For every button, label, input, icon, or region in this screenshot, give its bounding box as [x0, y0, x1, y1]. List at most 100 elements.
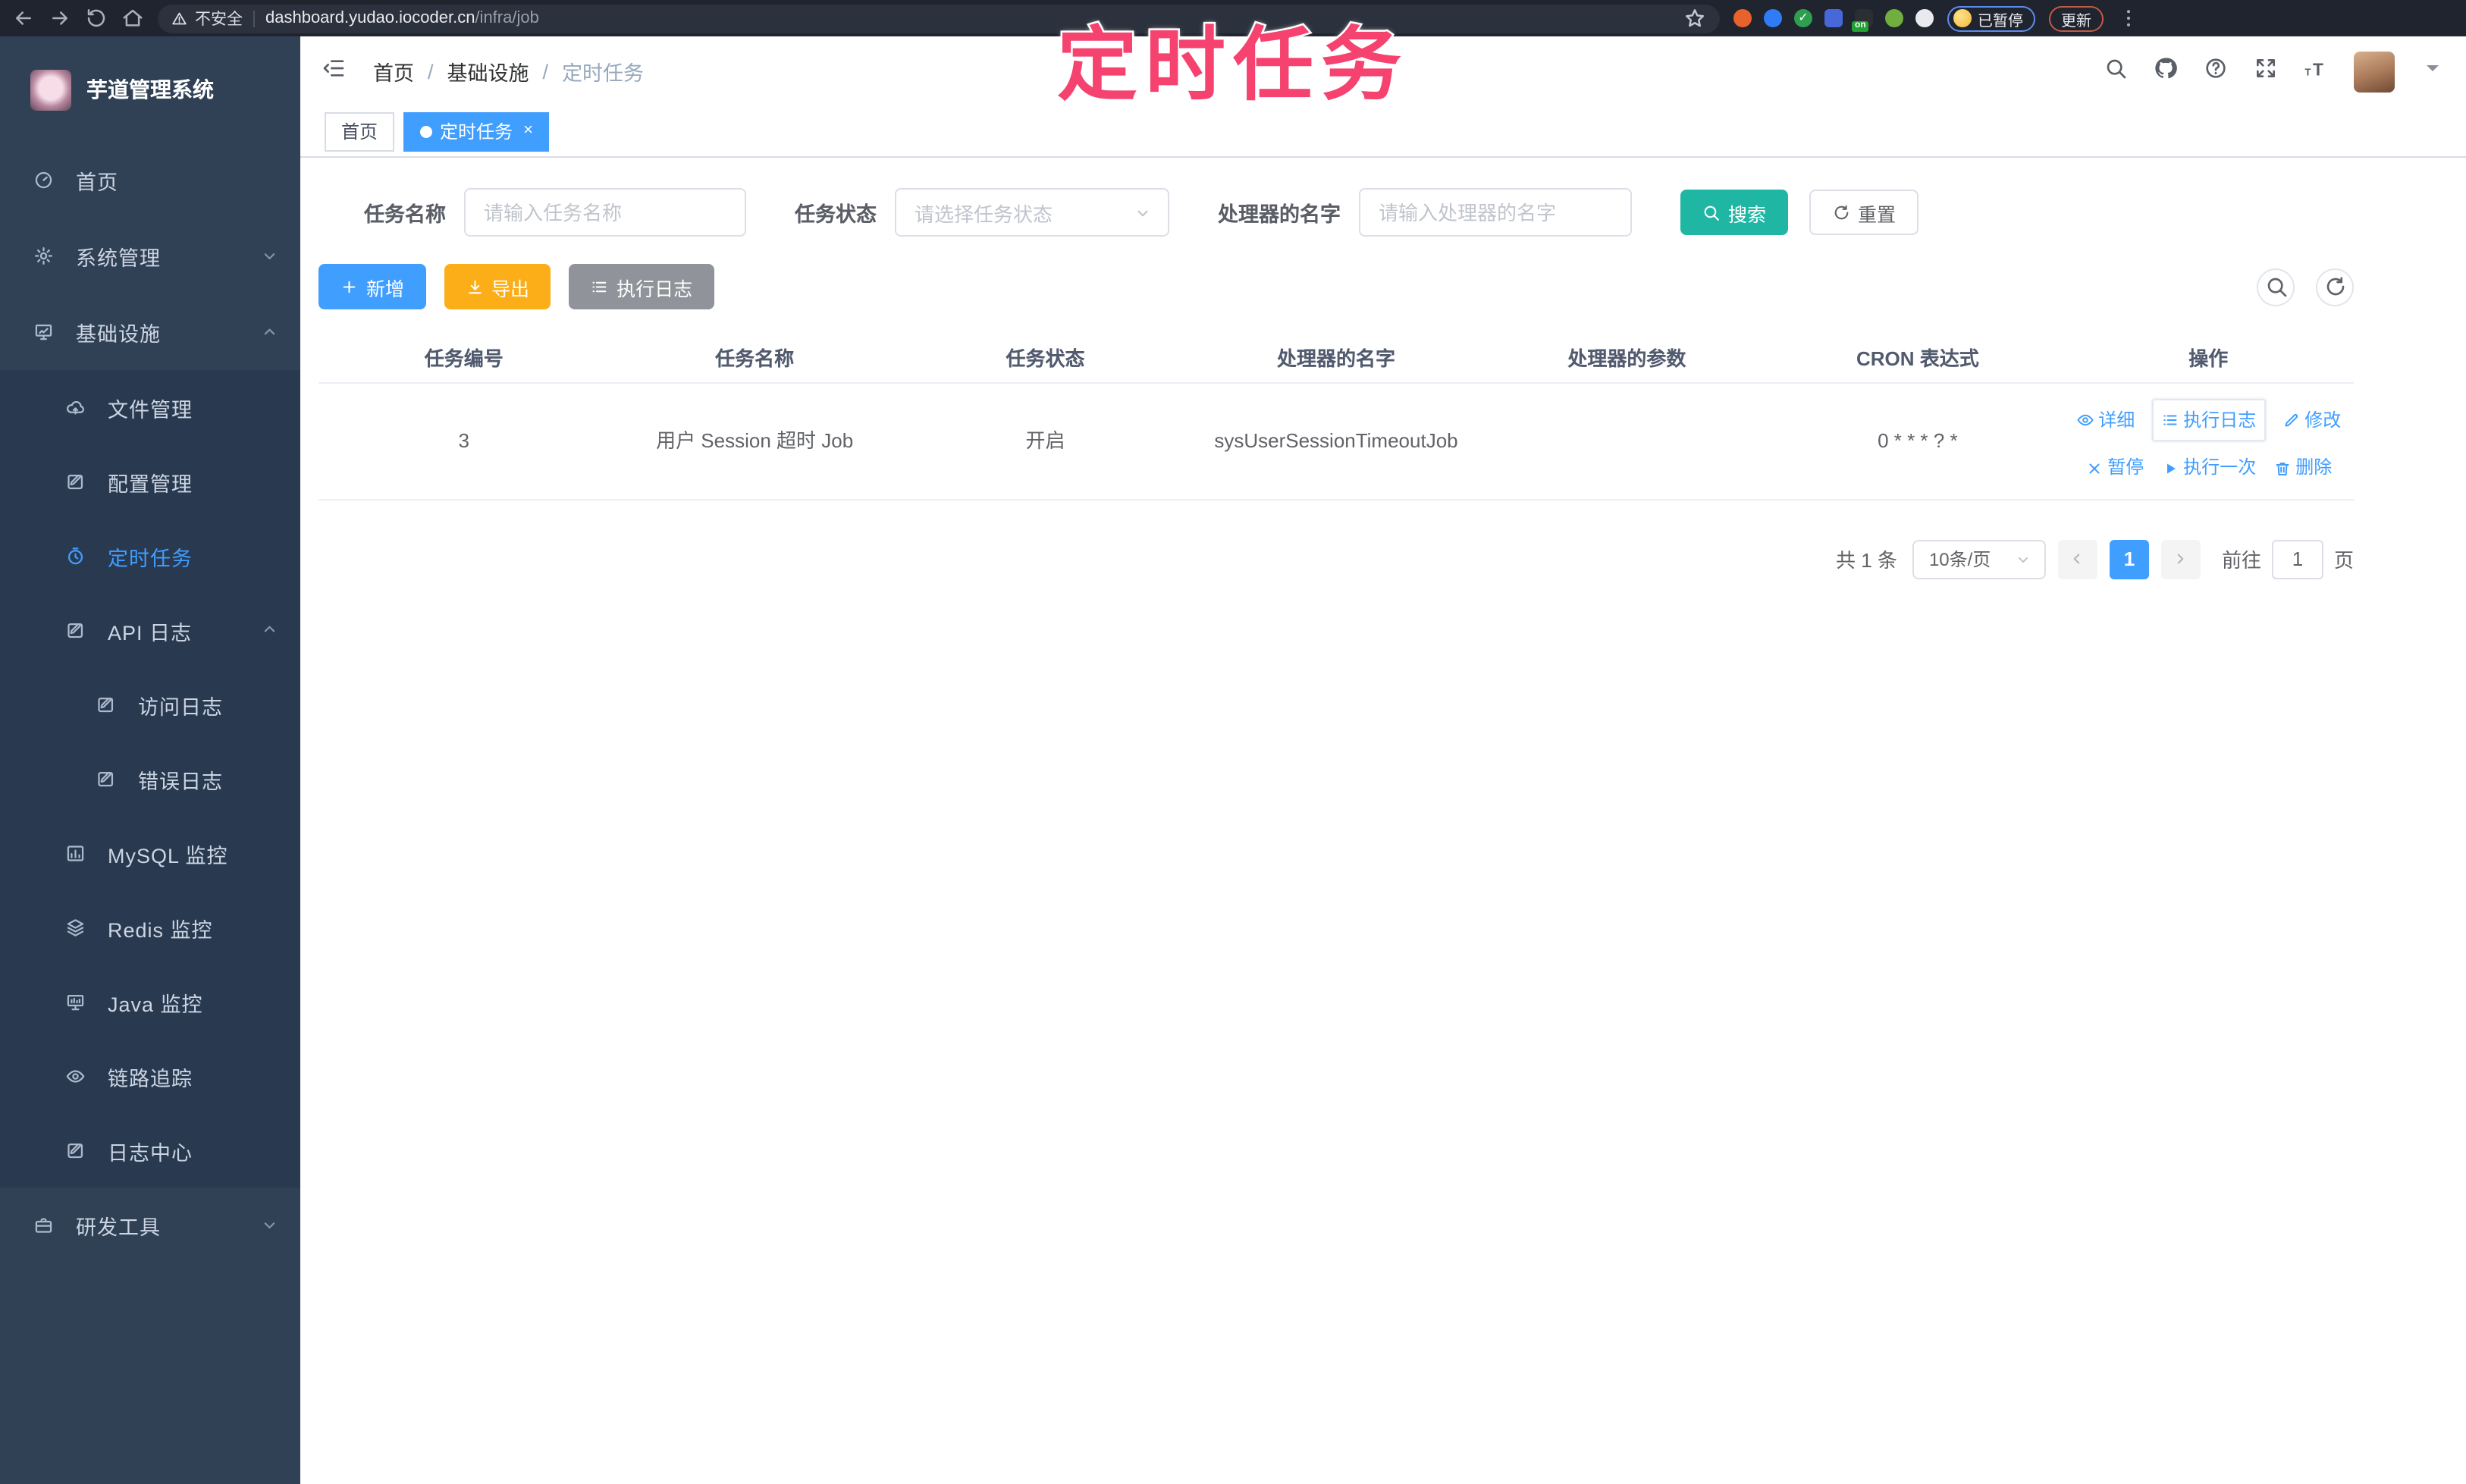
caret-down-icon[interactable]: [2421, 57, 2445, 86]
plus-icon: [340, 278, 359, 296]
sidebar-item-tracing[interactable]: 链路追踪: [0, 1039, 300, 1113]
sidebar-item-access-logs[interactable]: 访问日志: [0, 667, 300, 742]
help-icon[interactable]: [2204, 57, 2228, 86]
search-icon[interactable]: [2104, 57, 2128, 86]
sidebar-item-system[interactable]: 系统管理: [0, 218, 300, 294]
cell-actions: 详细 执行日志 修改 暂停 执行一次 删除: [2063, 399, 2354, 484]
delete-link[interactable]: 删除: [2273, 453, 2332, 484]
goto-label: 前往: [2222, 545, 2261, 574]
run-once-link[interactable]: 执行一次: [2160, 453, 2256, 484]
update-button[interactable]: 更新: [2049, 5, 2104, 31]
col-actions: 操作: [2063, 342, 2354, 371]
font-size-icon[interactable]: TT: [2304, 57, 2328, 86]
exec-log-link[interactable]: 执行日志: [2151, 399, 2265, 442]
next-page-button[interactable]: [2161, 540, 2201, 579]
breadcrumb-home[interactable]: 首页: [373, 56, 414, 86]
table-row: 3 用户 Session 超时 Job 开启 sysUserSessionTim…: [318, 382, 2354, 500]
close-tab-icon[interactable]: ×: [523, 123, 533, 140]
bookmark-star-icon[interactable]: [1683, 7, 1706, 30]
address-bar[interactable]: 不安全 dashboard.yudao.iocoder.cn/infra/job: [158, 4, 1720, 33]
tab-home[interactable]: 首页: [325, 111, 394, 151]
browser-menu-icon[interactable]: [2117, 7, 2140, 30]
back-icon[interactable]: [12, 7, 35, 30]
cloudup-icon: [66, 397, 86, 418]
detail-link[interactable]: 详细: [2075, 405, 2135, 436]
extension-icon[interactable]: [1764, 9, 1782, 27]
task-status-label: 任务状态: [795, 197, 877, 227]
goto-page: 前往 页: [2222, 540, 2354, 579]
goto-page-input[interactable]: [2272, 540, 2323, 579]
extension-icon[interactable]: [1733, 9, 1752, 27]
extension-icon[interactable]: on: [1855, 9, 1873, 27]
caret-icon: [2421, 57, 2445, 81]
col-task-status: 任务状态: [900, 342, 1191, 371]
sidebar-item-error-logs[interactable]: 错误日志: [0, 742, 300, 816]
edit-icon: [64, 469, 88, 494]
chevdown-icon: [259, 1214, 279, 1235]
sidebar-item-redis-monitor[interactable]: Redis 监控: [0, 890, 300, 965]
home-icon[interactable]: [121, 7, 144, 30]
reset-button[interactable]: 重置: [1809, 190, 1919, 235]
task-name-input[interactable]: [464, 188, 746, 237]
chart-icon: [64, 841, 88, 865]
toggle-search-button[interactable]: [2257, 268, 2295, 306]
chevron-up-icon: [259, 321, 279, 344]
edit-link[interactable]: 修改: [2282, 405, 2341, 436]
search-button[interactable]: 搜索: [1680, 190, 1787, 235]
fullscreen-icon[interactable]: [2254, 57, 2278, 86]
paused-label: 已暂停: [1978, 7, 2023, 30]
gear-icon: [34, 246, 55, 267]
list-icon: [2160, 411, 2179, 429]
user-avatar[interactable]: [2354, 51, 2395, 92]
sidebar-item-config-management[interactable]: 配置管理: [0, 444, 300, 519]
cell-task-name: 用户 Session 超时 Job: [609, 425, 899, 458]
sidebar-item-dev-tools[interactable]: 研发工具: [0, 1188, 300, 1263]
prev-page-button[interactable]: [2058, 540, 2097, 579]
sidebar-item-file-management[interactable]: 文件管理: [0, 370, 300, 444]
sidebar-item-infra[interactable]: 基础设施: [0, 294, 300, 370]
page-size-select[interactable]: 10条/页: [1912, 540, 2046, 579]
profile-paused-chip[interactable]: 已暂停: [1947, 5, 2035, 31]
security-chip[interactable]: 不安全: [171, 7, 243, 30]
forward-icon: [49, 6, 71, 30]
extension-icon[interactable]: [1885, 9, 1903, 27]
url-text[interactable]: dashboard.yudao.iocoder.cn/infra/job: [265, 9, 1673, 27]
current-page-button[interactable]: 1: [2110, 540, 2149, 579]
forward-icon[interactable]: [49, 7, 71, 30]
sidebar-item-scheduled-tasks[interactable]: 定时任务: [0, 519, 300, 593]
github-icon[interactable]: [2154, 57, 2178, 86]
breadcrumb: 首页 / 基础设施 / 定时任务: [373, 56, 644, 86]
chevron-up-icon: [259, 619, 279, 642]
chevron-down-icon: [2014, 551, 2032, 569]
handler-name-input[interactable]: [1359, 188, 1632, 237]
question-icon: [2204, 57, 2228, 81]
add-button[interactable]: 新增: [318, 264, 425, 309]
extension-icon[interactable]: ✓: [1794, 9, 1812, 27]
on-badge: on: [1852, 21, 1869, 32]
puzzle-extension-icon[interactable]: [1915, 9, 1934, 27]
reload-icon[interactable]: [85, 7, 108, 30]
breadcrumb-infra[interactable]: 基础设施: [447, 56, 529, 86]
url-path: /infra/job: [475, 9, 538, 27]
edit-icon: [94, 767, 118, 791]
play-icon: [2160, 459, 2179, 477]
col-task-name: 任务名称: [609, 342, 899, 371]
edit-icon: [64, 1138, 88, 1162]
task-status-select[interactable]: 请选择任务状态: [895, 188, 1169, 237]
pen-icon: [2282, 411, 2300, 429]
cell-task-id: 3: [318, 425, 609, 458]
pause-link[interactable]: 暂停: [2085, 453, 2144, 484]
sidebar-item-java-monitor[interactable]: Java 监控: [0, 965, 300, 1039]
refresh-table-button[interactable]: [2316, 268, 2354, 306]
sidebar-item-home[interactable]: 首页: [0, 143, 300, 218]
extension-icon[interactable]: [1824, 9, 1843, 27]
sidebar-item-mysql-monitor[interactable]: MySQL 监控: [0, 816, 300, 890]
execution-log-button[interactable]: 执行日志: [569, 264, 714, 309]
sidebar-collapse-icon[interactable]: [322, 56, 352, 86]
fontsize-icon: TT: [2304, 57, 2328, 81]
export-button[interactable]: 导出: [444, 264, 551, 309]
app-logo[interactable]: 芋道管理系统: [0, 36, 300, 143]
sidebar-item-api-logs[interactable]: API 日志: [0, 593, 300, 667]
sidebar-item-log-center[interactable]: 日志中心: [0, 1113, 300, 1188]
tab-scheduled-tasks[interactable]: 定时任务 ×: [403, 111, 550, 151]
